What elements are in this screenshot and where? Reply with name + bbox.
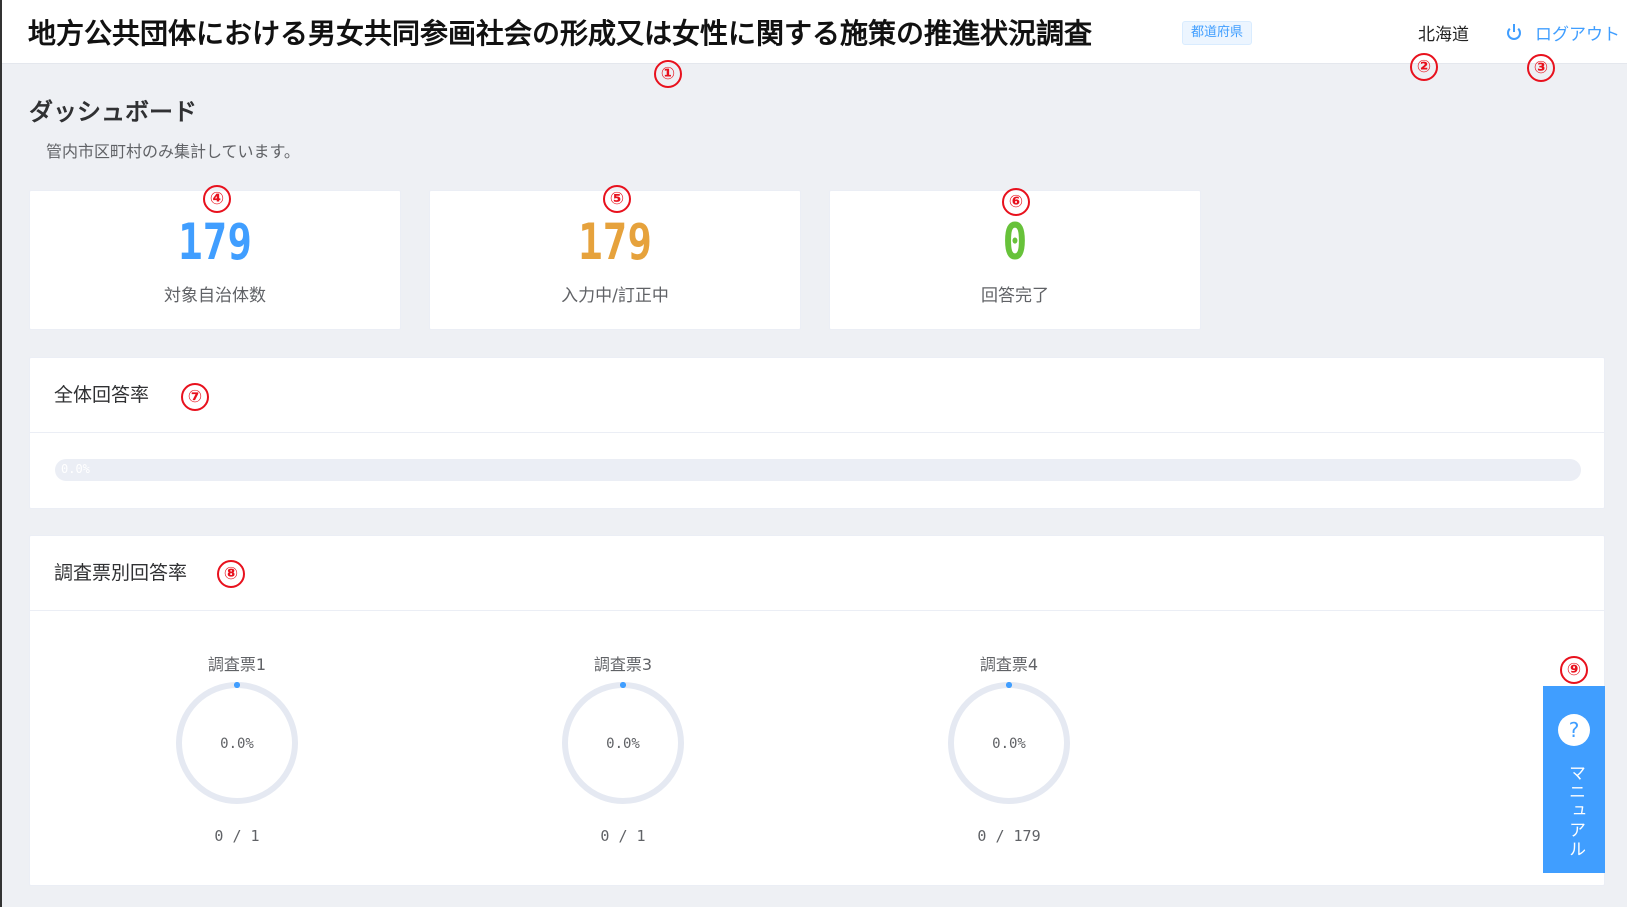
stat-value-completed: 0 bbox=[1002, 213, 1028, 271]
overall-rate-panel: 全体回答率 0.0% bbox=[29, 357, 1605, 509]
survey-gauge-3: 調査票3 0.0% 0 / 1 bbox=[548, 651, 698, 845]
gauge-ring: 0.0% bbox=[948, 682, 1070, 804]
stat-value-target: 179 bbox=[177, 213, 253, 271]
logout-label: ログアウト bbox=[1535, 25, 1620, 45]
annotation-marker-6: ⑥ bbox=[1002, 188, 1030, 216]
survey-gauge-title: 調査票3 bbox=[593, 655, 653, 674]
overall-progress-text: 0.0% bbox=[61, 462, 90, 476]
app-title: 地方公共団体における男女共同参画社会の形成又は女性に関する施策の推進状況調査 bbox=[28, 17, 1093, 50]
overall-progress-bar: 0.0% bbox=[55, 459, 1581, 481]
logout-button[interactable]: ログアウト bbox=[1507, 20, 1620, 45]
stat-label-target: 対象自治体数 bbox=[164, 286, 266, 306]
annotation-marker-5: ⑤ bbox=[603, 185, 631, 213]
survey-rate-panel: 調査票別回答率 調査票1 0.0% 0 / 1 調査票3 0.0% 0 / 1 … bbox=[29, 535, 1605, 886]
survey-rate-title: 調査票別回答率 bbox=[30, 536, 1604, 611]
page-title: ダッシュボード bbox=[29, 98, 197, 126]
gauge-start-dot bbox=[620, 682, 626, 688]
manual-label: マニュアル bbox=[1565, 764, 1585, 859]
page-note: 管内市区町村のみ集計しています。 bbox=[46, 142, 300, 161]
survey-gauge-count: 0 / 1 bbox=[600, 827, 646, 845]
stat-label-in-progress: 入力中/訂正中 bbox=[561, 286, 669, 306]
help-icon: ? bbox=[1558, 714, 1590, 746]
survey-gauge-title: 調査票4 bbox=[979, 655, 1039, 674]
gauge-start-dot bbox=[1006, 682, 1012, 688]
survey-gauge-4: 調査票4 0.0% 0 / 179 bbox=[934, 651, 1084, 845]
survey-gauge-count: 0 / 1 bbox=[214, 827, 260, 845]
gauge-ring: 0.0% bbox=[562, 682, 684, 804]
annotation-marker-7: ⑦ bbox=[181, 383, 209, 411]
power-icon bbox=[1507, 23, 1521, 40]
overall-rate-title: 全体回答率 bbox=[30, 358, 1604, 433]
gauge-ring: 0.0% bbox=[176, 682, 298, 804]
survey-gauge-1: 調査票1 0.0% 0 / 1 bbox=[162, 651, 312, 845]
annotation-marker-1: ① bbox=[654, 60, 682, 88]
gauge-percent: 0.0% bbox=[992, 736, 1026, 752]
survey-gauge-title: 調査票1 bbox=[207, 655, 267, 674]
survey-gauge-count: 0 / 179 bbox=[977, 827, 1041, 845]
gauge-percent: 0.0% bbox=[606, 736, 640, 752]
gauge-start-dot bbox=[234, 682, 240, 688]
stat-label-completed: 回答完了 bbox=[981, 286, 1049, 306]
annotation-marker-2: ② bbox=[1410, 53, 1438, 81]
gauge-percent: 0.0% bbox=[220, 736, 254, 752]
app-header: 地方公共団体における男女共同参画社会の形成又は女性に関する施策の推進状況調査 都… bbox=[2, 0, 1627, 64]
prefecture-tag: 都道府県 bbox=[1182, 21, 1253, 45]
stat-value-in-progress: 179 bbox=[577, 213, 653, 271]
annotation-marker-9: ⑨ bbox=[1560, 656, 1588, 684]
user-name: 北海道 bbox=[1418, 25, 1469, 45]
manual-button[interactable]: ? マニュアル bbox=[1543, 686, 1605, 873]
annotation-marker-4: ④ bbox=[203, 185, 231, 213]
annotation-marker-3: ③ bbox=[1527, 54, 1555, 82]
annotation-marker-8: ⑧ bbox=[217, 560, 245, 588]
